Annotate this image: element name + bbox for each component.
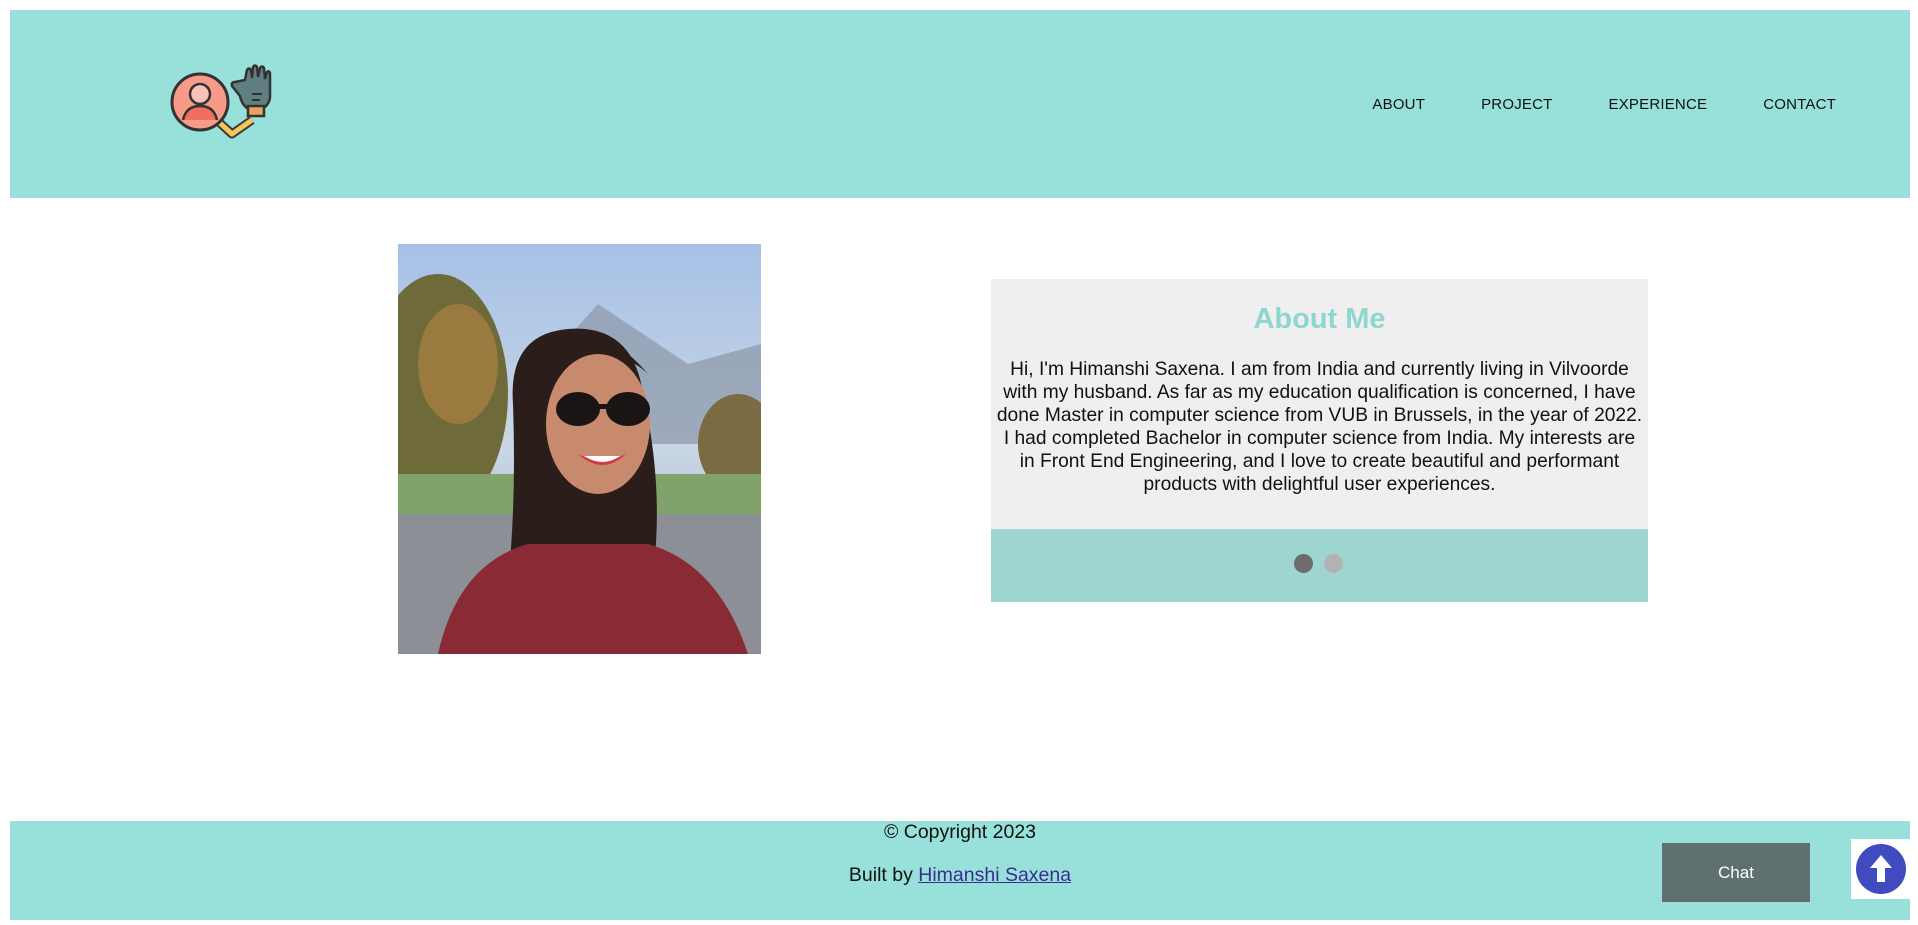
site-footer: © Copyright 2023 Built by Himanshi Saxen…	[10, 821, 1910, 920]
scroll-top-container	[1851, 839, 1911, 899]
carousel-dot-2[interactable]	[1324, 554, 1343, 573]
nav-experience-link[interactable]: EXPERIENCE	[1609, 96, 1708, 113]
chat-button[interactable]: Chat	[1662, 843, 1810, 902]
profile-photo	[398, 244, 761, 654]
nav-project-link[interactable]: PROJECT	[1481, 96, 1552, 113]
built-by: Built by Himanshi Saxena	[10, 863, 1910, 887]
nav-contact-link[interactable]: CONTACT	[1763, 96, 1836, 113]
user-hand-logo-icon[interactable]	[170, 62, 288, 154]
about-title: About Me	[1253, 303, 1386, 335]
built-by-label: Built by	[848, 864, 913, 886]
nav-about-link[interactable]: ABOUT	[1372, 96, 1425, 113]
arrow-up-icon	[1870, 855, 1892, 882]
main-nav: ABOUT PROJECT EXPERIENCE CONTACT	[1316, 96, 1836, 113]
about-text: Hi, I'm Himanshi Saxena. I am from India…	[996, 359, 1643, 495]
about-card: About Me Hi, I'm Himanshi Saxena. I am f…	[991, 279, 1648, 529]
carousel-dot-1[interactable]	[1294, 554, 1313, 573]
author-link[interactable]: Himanshi Saxena	[918, 864, 1071, 886]
site-header: ABOUT PROJECT EXPERIENCE CONTACT	[10, 10, 1910, 198]
carousel-controls	[991, 529, 1648, 602]
copyright-text: © Copyright 2023	[883, 821, 1037, 843]
scroll-top-button[interactable]	[1856, 844, 1906, 894]
